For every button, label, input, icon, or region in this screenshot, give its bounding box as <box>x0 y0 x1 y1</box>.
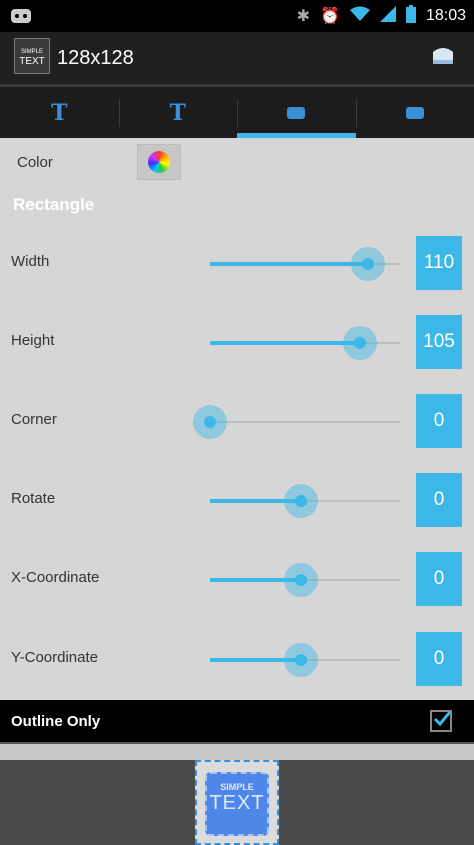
settings-panel: Color Rectangle Width 110 Height 105 Corner 0… <box>0 138 474 700</box>
slider-thumb[interactable] <box>343 326 378 360</box>
slider-track[interactable] <box>210 563 400 597</box>
tab-text-2[interactable]: T <box>118 87 238 138</box>
color-label: Color <box>17 154 53 171</box>
slider-value-box[interactable]: 0 <box>416 473 462 527</box>
slider-track[interactable] <box>193 405 400 439</box>
slider-label: Rotate <box>11 490 56 507</box>
slider-value-box[interactable]: 0 <box>416 552 462 606</box>
text-T-icon: T <box>169 99 186 126</box>
slider-thumb[interactable] <box>284 484 319 518</box>
slider-label: X-Coordinate <box>11 569 100 586</box>
slider-row: Corner 0 <box>0 392 474 452</box>
checkmark-icon <box>433 711 451 727</box>
color-wheel-icon <box>148 151 170 173</box>
android-debug-icon <box>10 6 32 24</box>
slider-thumb[interactable] <box>284 563 319 597</box>
action-bar: SIMPLE TEXT 128x128 <box>0 32 474 84</box>
preview-area: SIMPLE TEXT <box>0 744 474 845</box>
outline-only-checkbox[interactable] <box>430 710 452 732</box>
slider-row: Width 110 <box>0 234 474 294</box>
alarm-icon: ⏰ <box>320 8 340 25</box>
tab-rectangle-1[interactable] <box>237 87 356 138</box>
preview-text-line1: SIMPLE <box>220 782 254 792</box>
slider-track[interactable] <box>210 643 400 677</box>
color-picker-button[interactable] <box>137 144 181 180</box>
slider-value-box[interactable]: 105 <box>416 315 462 369</box>
text-T-icon: T <box>51 99 68 126</box>
slider-value-box[interactable]: 0 <box>416 632 462 686</box>
slider-fill <box>210 262 368 266</box>
tab-bar: T T <box>0 84 474 138</box>
outline-only-label: Outline Only <box>11 713 101 730</box>
slider-row: X-Coordinate 0 <box>0 550 474 610</box>
slider-row: Rotate 0 <box>0 471 474 531</box>
app-icon-line2: TEXT <box>19 56 45 67</box>
battery-icon <box>405 4 416 28</box>
rectangle-icon <box>287 106 306 119</box>
outline-only-row[interactable]: Outline Only <box>0 700 474 744</box>
rectangle-icon <box>405 106 424 119</box>
slider-label: Y-Coordinate <box>11 649 99 666</box>
slider-value-box[interactable]: 0 <box>416 394 462 448</box>
slider-label: Corner <box>11 411 57 428</box>
slider-row: Y-Coordinate 0 <box>0 630 474 690</box>
preview-rectangle: SIMPLE TEXT <box>205 772 269 836</box>
status-time: 18:03 <box>425 7 466 24</box>
status-bar: ✱ ⏰ 18:03 <box>0 0 474 32</box>
slider-fill <box>210 341 361 345</box>
notification-icon: ✱ <box>296 8 311 25</box>
tab-text-1[interactable]: T <box>0 87 119 138</box>
save-icon[interactable] <box>430 46 456 66</box>
wifi-icon <box>349 6 370 27</box>
slider-value-box[interactable]: 110 <box>416 236 462 290</box>
slider-track[interactable] <box>210 247 400 281</box>
preview-canvas[interactable]: SIMPLE TEXT <box>195 760 279 845</box>
signal-icon <box>379 5 396 27</box>
tab-rectangle-2[interactable] <box>355 87 474 138</box>
section-title: Rectangle <box>13 195 95 214</box>
slider-thumb[interactable] <box>193 405 227 439</box>
preview-text-line2: TEXT <box>209 792 265 814</box>
slider-label: Width <box>11 253 50 270</box>
slider-label: Height <box>11 332 55 349</box>
app-title: 128x128 <box>57 47 134 69</box>
slider-track[interactable] <box>210 484 400 518</box>
slider-track[interactable] <box>210 326 400 360</box>
slider-thumb[interactable] <box>350 247 385 281</box>
app-icon[interactable]: SIMPLE TEXT <box>14 38 50 74</box>
slider-row: Height 105 <box>0 313 474 373</box>
slider-thumb[interactable] <box>284 643 319 677</box>
